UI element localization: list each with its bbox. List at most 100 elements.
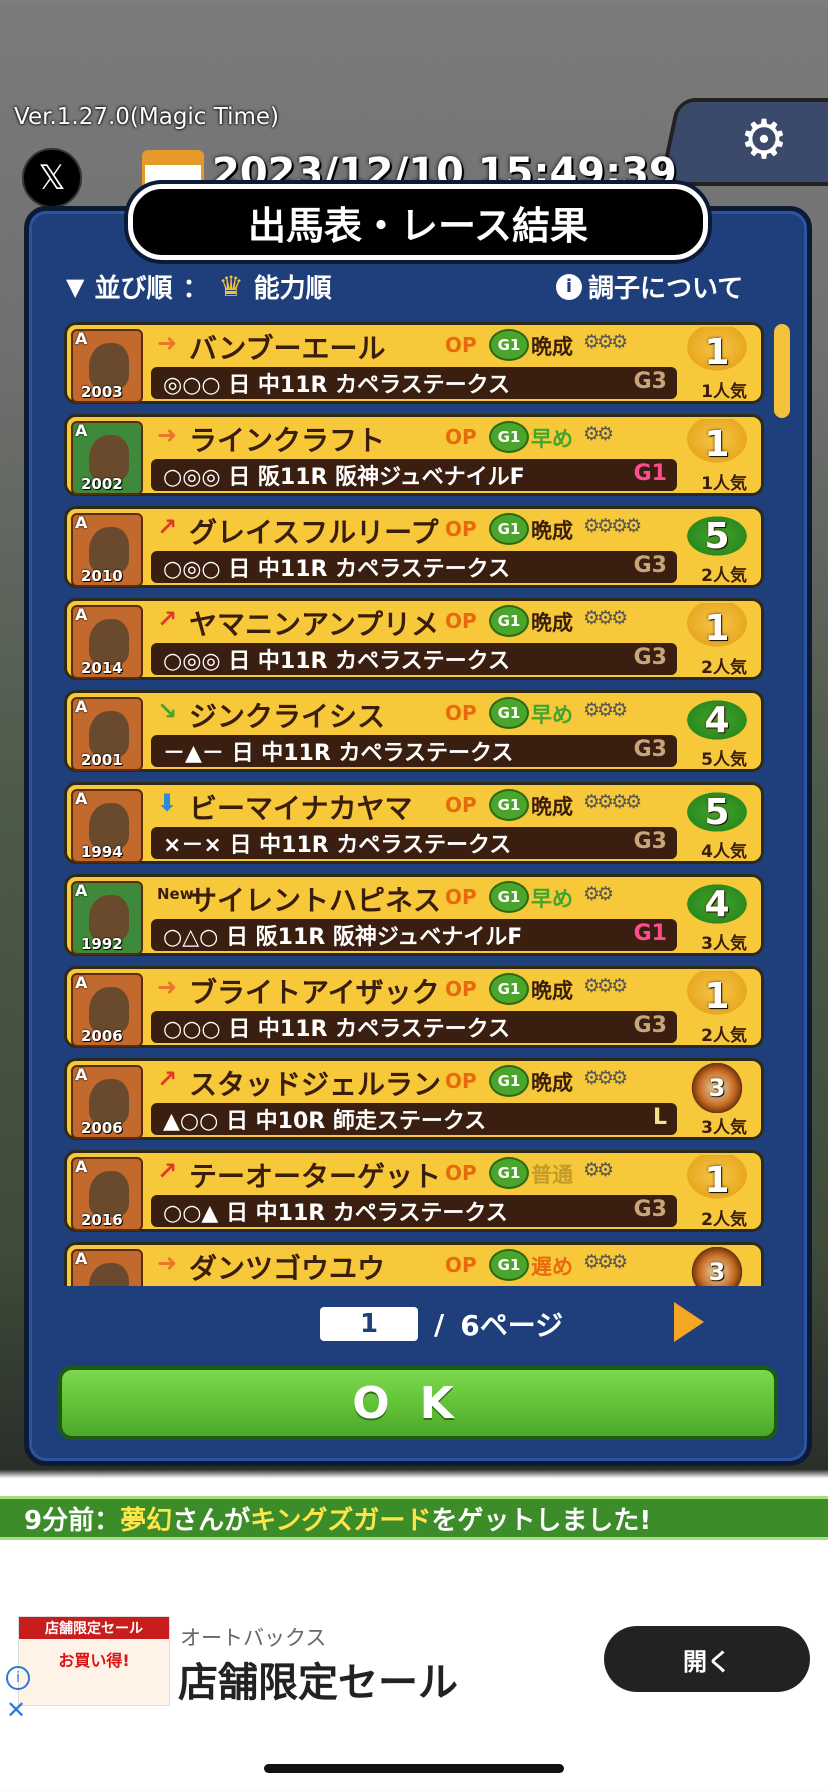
ad-title: 店舗限定セール (178, 1660, 458, 1706)
trend-arrow-icon: ↗ (157, 1065, 178, 1093)
horse-row[interactable]: A ➜ ダンツゴウユウ OP G1 遅め ⚙⚙⚙ 3 (64, 1242, 764, 1286)
horse-row[interactable]: A 2006 ↗ スタッドジェルラン OP G1 晩成 ⚙⚙⚙ ▲○○ 日 中10R 師走ステー… (64, 1058, 764, 1140)
horse-name: テーオーターゲット (189, 1160, 442, 1193)
growth-type: 普通 (531, 1163, 573, 1187)
horse-name: バンブーエール (189, 332, 386, 365)
result-place-badge: 1 (679, 419, 755, 469)
horse-row[interactable]: A 2016 ↗ テーオーターゲット OP G1 普通 ⚙⚙ ○○▲ 日 中11R カペラステー… (64, 1150, 764, 1232)
next-page-arrow-icon[interactable] (674, 1302, 704, 1342)
g1-badge: G1 (489, 881, 529, 913)
condition-gears-icon: ⚙⚙⚙ (583, 1251, 628, 1273)
horse-rank: A (75, 1249, 88, 1268)
ad-open-button[interactable]: 開く (604, 1626, 810, 1692)
horse-list: A 2003 ➜ バンブーエール OP G1 晩成 ⚙⚙⚙ ◎○○ 日 中11R カペラステーク… (64, 322, 764, 1286)
race-marks: －▲－ 日 中11R カペラステークス (163, 741, 514, 766)
growth-type: 晩成 (531, 979, 573, 1003)
g1-badge: G1 (489, 1249, 529, 1281)
horse-rank: A (75, 513, 88, 532)
popularity-label: 2人気 (701, 566, 747, 586)
popularity-label: 4人気 (701, 842, 747, 862)
result-place-badge: 1 (679, 971, 755, 1021)
horse-portrait: A (71, 1249, 143, 1286)
crown-icon: ♛ (218, 270, 244, 303)
ad-info-icon[interactable]: i (6, 1666, 30, 1690)
horse-portrait: A 2002 (71, 421, 143, 495)
race-info-bar: ○△○ 日 阪11R 阪神ジュベナイルF G1 (151, 919, 677, 951)
sort-selector[interactable]: ▼ 並び順 ： ♛ 能力順 (66, 268, 332, 305)
horse-row[interactable]: A 2006 ➜ ブライトアイザック OP G1 晩成 ⚙⚙⚙ ○○○ 日 中11R カペラステ… (64, 966, 764, 1048)
horse-portrait: A 2003 (71, 329, 143, 403)
page-total: 6ページ (460, 1309, 564, 1342)
ticker-end: をゲットしました! (431, 1505, 652, 1536)
horse-rank: A (75, 329, 88, 348)
page-number-input[interactable]: 1 (320, 1307, 418, 1341)
race-grade: G1 (633, 461, 667, 486)
race-info-bar: ○○▲ 日 中11R カペラステークス G3 (151, 1195, 677, 1227)
home-indicator[interactable] (264, 1764, 564, 1773)
horse-year: 2016 (81, 1211, 123, 1229)
x-share-button[interactable]: 𝕏 (22, 148, 82, 208)
horse-row[interactable]: A 2002 ➜ ラインクラフト OP G1 早め ⚙⚙ ○◎◎ 日 阪11R 阪神ジュベナイル… (64, 414, 764, 496)
ad-image[interactable]: 店舗限定セール お買い得! (18, 1616, 170, 1706)
horse-rank: A (75, 789, 88, 808)
op-badge: OP (445, 517, 477, 541)
ticker-user: 夢幻 (120, 1505, 173, 1536)
race-grade: G3 (633, 553, 667, 578)
g1-badge: G1 (489, 789, 529, 821)
horse-row[interactable]: A 1994 ⬇ ビーマイナカヤマ OP G1 晩成 ⚙⚙⚙⚙ ×－× 日 中11R カペラステ… (64, 782, 764, 864)
race-grade: G3 (633, 369, 667, 394)
horse-name: ヤマニンアンプリメ (189, 608, 440, 641)
growth-type: 遅め (531, 1255, 573, 1279)
race-marks: ○△○ 日 阪11R 阪神ジュベナイルF (163, 925, 523, 950)
horse-rank: A (75, 1065, 88, 1084)
race-marks: ◎○○ 日 中11R カペラステークス (163, 373, 511, 398)
race-grade: L (652, 1105, 667, 1130)
trend-arrow-icon: ⬇ (157, 789, 178, 817)
horse-row[interactable]: A 2003 ➜ バンブーエール OP G1 晩成 ⚙⚙⚙ ◎○○ 日 中11R カペラステーク… (64, 322, 764, 404)
race-grade: G3 (633, 1013, 667, 1038)
horse-year: 2006 (81, 1119, 123, 1137)
sort-label: 並び順 (94, 274, 173, 304)
horse-name: ダンツゴウユウ (189, 1252, 386, 1285)
horse-year: 2010 (81, 567, 123, 585)
ad-close-icon[interactable]: ✕ (6, 1696, 26, 1724)
result-place-badge: 1 (679, 1155, 755, 1205)
result-place-badge: 3 (679, 1063, 755, 1113)
horse-rank: A (75, 605, 88, 624)
popularity-label: 5人気 (701, 750, 747, 770)
about-condition-button[interactable]: i 調子について (556, 268, 743, 305)
race-grade: G3 (633, 1197, 667, 1222)
condition-gears-icon: ⚙⚙⚙ (583, 1067, 628, 1089)
g1-badge: G1 (489, 1065, 529, 1097)
horse-year: 2003 (81, 383, 123, 401)
x-icon: 𝕏 (38, 158, 66, 198)
race-grade: G1 (633, 921, 667, 946)
horse-portrait: A 1994 (71, 789, 143, 863)
result-place-badge: 1 (679, 603, 755, 653)
g1-badge: G1 (489, 329, 529, 361)
popularity-label: 2人気 (701, 1210, 747, 1230)
gear-icon[interactable]: ⚙ (734, 110, 794, 170)
condition-gears-icon: ⚙⚙⚙ (583, 699, 628, 721)
race-info-bar: ◎○○ 日 中11R カペラステークス G3 (151, 367, 677, 399)
growth-type: 晩成 (531, 519, 573, 543)
growth-type: 早め (531, 427, 573, 451)
op-badge: OP (445, 793, 477, 817)
ok-button[interactable]: OK (58, 1366, 778, 1440)
result-place-badge: 3 (679, 1247, 755, 1286)
race-grade: G3 (633, 829, 667, 854)
ad-sponsor: オートバックス (180, 1626, 327, 1650)
result-place-badge: 5 (679, 787, 755, 837)
popularity-label: 3人気 (701, 1118, 747, 1138)
horse-rank: A (75, 1157, 88, 1176)
trend-arrow-icon: ➜ (157, 421, 178, 449)
horse-name: ブライトアイザック (189, 976, 440, 1009)
race-marks: ○◎○ 日 中11R カペラステークス (163, 557, 511, 582)
race-marks: ○○▲ 日 中11R カペラステークス (163, 1201, 508, 1226)
horse-row[interactable]: A 2001 ↘ ジンクライシス OP G1 早め ⚙⚙⚙ －▲－ 日 中11R カペラステーク… (64, 690, 764, 772)
horse-name: ラインクラフト (189, 424, 386, 457)
horse-row[interactable]: A 2014 ↗ ヤマニンアンプリメ OP G1 晩成 ⚙⚙⚙ ○◎◎ 日 中11R カペラステ… (64, 598, 764, 680)
horse-row[interactable]: A 2010 ↗ グレイスフルリープ OP G1 晩成 ⚙⚙⚙⚙ ○◎○ 日 中11R カペラス… (64, 506, 764, 588)
horse-row[interactable]: A 1992 New サイレントハピネス OP G1 早め ⚙⚙ ○△○ 日 阪11R 阪神ジュ… (64, 874, 764, 956)
list-scrollbar[interactable] (774, 324, 790, 418)
